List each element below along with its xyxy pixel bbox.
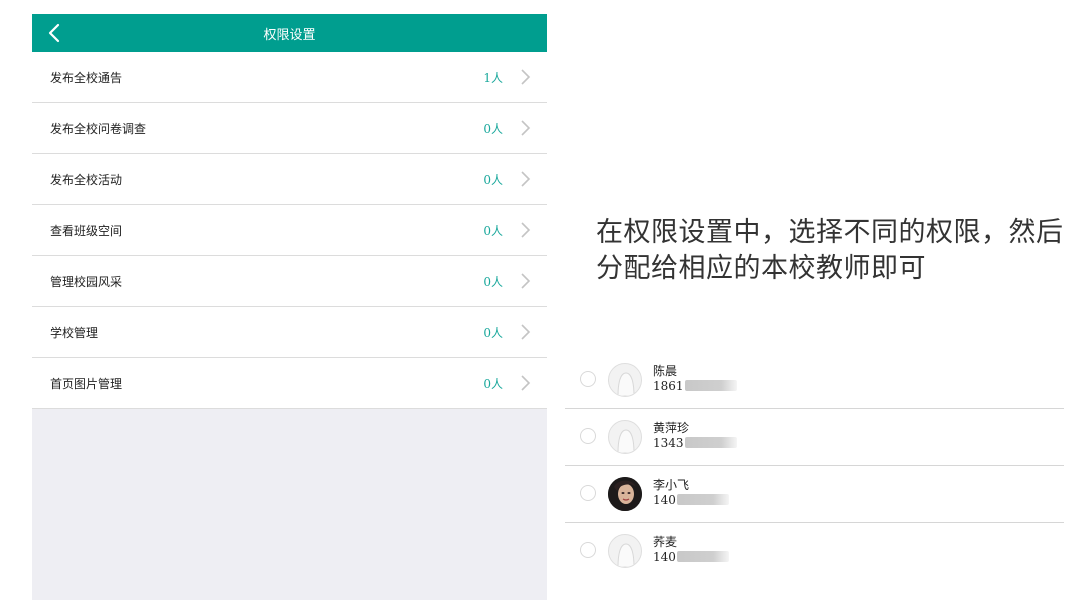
teacher-contact-list: 陈晨 1861 黄萍珍 1343 李小飞 140 荞麦 140 [565, 352, 1064, 579]
contact-name: 荞麦 [653, 535, 678, 549]
chevron-right-icon [521, 375, 531, 391]
permission-count: 0人 [483, 274, 503, 289]
permission-label: 发布全校活动 [50, 172, 123, 187]
contact-row[interactable]: 荞麦 140 [565, 523, 1064, 579]
redacted-mask [684, 437, 737, 448]
permission-item[interactable]: 发布全校活动 0人 [32, 154, 547, 205]
permission-count: 1人 [483, 70, 503, 85]
photo-avatar [608, 477, 642, 511]
chevron-left-icon [48, 23, 60, 43]
chevron-right-icon [521, 69, 531, 85]
instruction-caption: 在权限设置中，选择不同的权限，然后分配给相应的本校教师即可 [596, 217, 1064, 284]
permission-item[interactable]: 发布全校问卷调查 0人 [32, 103, 547, 154]
permission-item[interactable]: 发布全校通告 1人 [32, 52, 547, 103]
permission-item[interactable]: 学校管理 0人 [32, 307, 547, 358]
contact-name: 陈晨 [653, 364, 678, 378]
permission-item[interactable]: 首页图片管理 0人 [32, 358, 547, 409]
permission-count: 0人 [483, 376, 503, 391]
permission-label: 首页图片管理 [50, 376, 123, 391]
chevron-right-icon [521, 222, 531, 238]
permission-count: 0人 [483, 223, 503, 238]
contact-phone: 1861 [653, 379, 737, 393]
contact-row[interactable]: 陈晨 1861 [565, 352, 1064, 409]
contact-phone: 140 [653, 493, 729, 507]
permission-settings-panel: 权限设置 发布全校通告 1人 发布全校问卷调查 0人 发布全校活动 0人 查看班… [32, 14, 547, 600]
redacted-mask [676, 494, 729, 505]
permission-item[interactable]: 管理校园风采 0人 [32, 256, 547, 307]
page-title: 权限设置 [263, 27, 316, 43]
redacted-mask [676, 551, 729, 562]
select-radio[interactable] [580, 371, 596, 387]
permission-list: 发布全校通告 1人 发布全校问卷调查 0人 发布全校活动 0人 查看班级空间 0… [32, 52, 547, 409]
default-avatar-icon [608, 420, 642, 454]
permission-count: 0人 [483, 121, 503, 136]
default-avatar-icon [608, 534, 642, 568]
contact-name: 黄萍珍 [653, 421, 690, 435]
contact-row[interactable]: 李小飞 140 [565, 466, 1064, 523]
contact-name: 李小飞 [653, 478, 690, 492]
permission-count: 0人 [483, 172, 503, 187]
select-radio[interactable] [580, 485, 596, 501]
permission-label: 发布全校问卷调查 [50, 121, 147, 136]
redacted-mask [684, 380, 737, 391]
back-button[interactable] [42, 21, 66, 45]
permission-label: 发布全校通告 [50, 70, 123, 85]
chevron-right-icon [521, 324, 531, 340]
chevron-right-icon [521, 120, 531, 136]
contact-phone: 1343 [653, 436, 737, 450]
chevron-right-icon [521, 171, 531, 187]
permission-label: 学校管理 [50, 325, 99, 340]
top-navbar: 权限设置 [32, 14, 547, 52]
select-radio[interactable] [580, 542, 596, 558]
permission-label: 查看班级空间 [50, 223, 123, 238]
permission-label: 管理校园风采 [50, 274, 123, 289]
chevron-right-icon [521, 273, 531, 289]
permission-count: 0人 [483, 325, 503, 340]
contact-row[interactable]: 黄萍珍 1343 [565, 409, 1064, 466]
contact-phone: 140 [653, 550, 729, 564]
default-avatar-icon [608, 363, 642, 397]
select-radio[interactable] [580, 428, 596, 444]
permission-item[interactable]: 查看班级空间 0人 [32, 205, 547, 256]
